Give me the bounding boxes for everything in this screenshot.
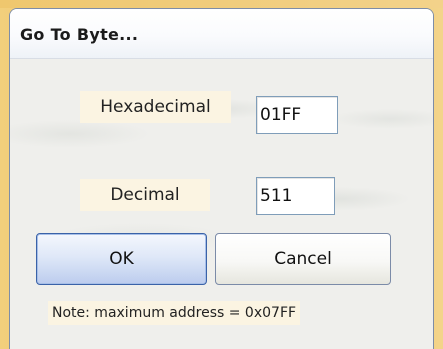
dialog-body: Hexadecimal 01FF Decimal 511 OK Cancel N… bbox=[10, 59, 433, 349]
decimal-label: Decimal bbox=[80, 179, 210, 211]
hexadecimal-input[interactable]: 01FF bbox=[256, 96, 338, 134]
ok-button-label: OK bbox=[109, 249, 134, 269]
hexadecimal-label: Hexadecimal bbox=[80, 91, 231, 123]
go-to-byte-dialog: Go To Byte... Hexadecimal 01FF Decimal 5… bbox=[9, 8, 434, 349]
cancel-button-label: Cancel bbox=[274, 249, 332, 269]
dialog-title: Go To Byte... bbox=[20, 25, 139, 44]
desktop-background bbox=[0, 0, 443, 8]
decimal-input[interactable]: 511 bbox=[256, 177, 335, 215]
cancel-button[interactable]: Cancel bbox=[215, 233, 391, 285]
dialog-titlebar[interactable]: Go To Byte... bbox=[10, 9, 433, 59]
ok-button[interactable]: OK bbox=[36, 233, 207, 285]
max-address-note: Note: maximum address = 0x07FF bbox=[48, 301, 301, 325]
